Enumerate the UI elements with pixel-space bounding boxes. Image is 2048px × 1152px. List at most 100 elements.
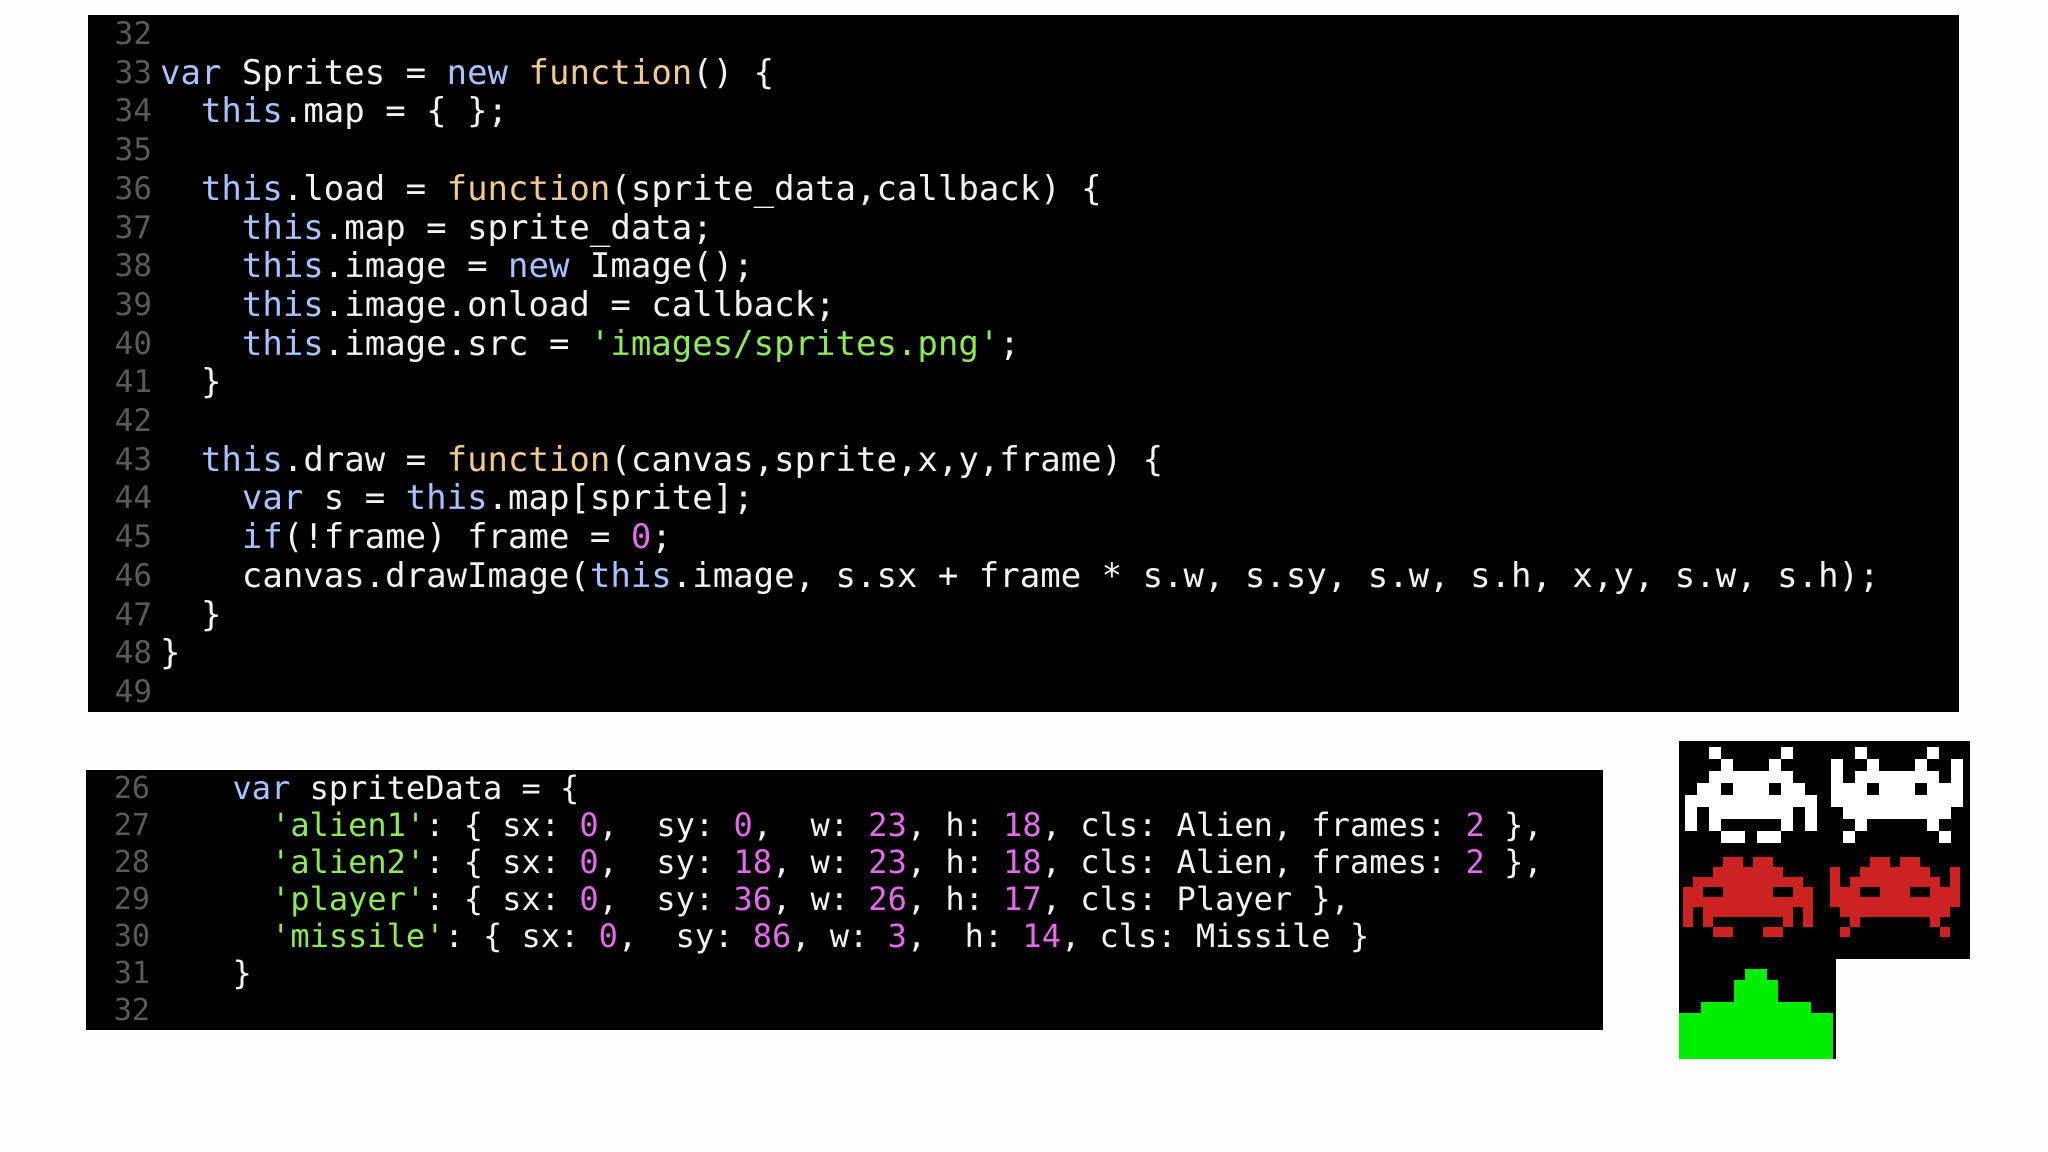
alien2-frame2-pixel [1950,897,1960,907]
player-pixel [1756,1002,1767,1013]
alien2-frame2-pixel [1930,877,1940,887]
alien2-frame2-pixel [1870,897,1880,907]
alien2-frame2-pixel [1870,877,1880,887]
alien1-frame1-pixel [1793,783,1805,795]
line-number: 27 [113,808,150,843]
code-text: this.image.onload = callback; [160,286,836,325]
code-text: } [194,955,252,992]
code-text: } [160,363,221,402]
player-pixel [1756,1035,1767,1046]
alien1-frame1-pixel [1805,819,1817,831]
player-pixel [1800,1013,1811,1024]
player-pixel [1734,1046,1745,1057]
alien1-frame2-pixel [1879,771,1891,783]
alien1-frame1-pixel [1781,819,1793,831]
alien2-frame2-pixel [1950,887,1960,897]
code-token: , sy: [598,806,734,844]
code-line: 39 this.image.onload = callback; [88,286,1959,325]
code-token: , w: [752,806,869,844]
code-token: () { [692,52,775,93]
alien1-frame2-pixel [1831,759,1843,771]
code-token: 'images/sprites.png' [589,323,1000,364]
code-token: .image.src = [323,323,590,364]
player-pixel [1789,1024,1800,1035]
player-pixel [1778,1046,1789,1057]
player-pixel [1767,1046,1778,1057]
alien1-frame2-pixel [1855,795,1867,807]
line-number: 49 [114,673,152,710]
alien2-frame2-pixel [1830,867,1840,877]
code-token: .load = [282,168,447,209]
alien1-frame2-pixel [1951,771,1963,783]
player-pixel [1789,1002,1800,1013]
code-token: 18 [1003,843,1042,881]
alien2-frame1-pixel [1723,867,1733,877]
alien2-frame1-pixel [1763,907,1773,917]
alien2-frame1-pixel [1753,867,1763,877]
code-line: 28 'alien2': { sx: 0, sy: 18, w: 23, h: … [86,844,1603,881]
alien2-frame1-pixel [1783,917,1793,927]
player-pixel [1712,1002,1723,1013]
player-pixel [1756,991,1767,1002]
alien2-frame1-pixel [1743,897,1753,907]
alien1-frame2-pixel [1939,783,1951,795]
alien2-frame2-pixel [1910,877,1920,887]
alien1-frame1-pixel [1769,831,1781,843]
alien2-frame2-pixel [1830,877,1840,887]
alien1-frame2-pixel [1867,795,1879,807]
alien1-frame1-pixel [1781,795,1793,807]
line-number: 36 [114,170,152,207]
alien1-frame1-pixel [1721,759,1733,771]
alien2-frame2-pixel [1840,907,1850,917]
alien1-frame2-pixel [1915,795,1927,807]
line-number: 31 [113,956,150,991]
code-token: 86 [752,917,792,955]
alien2-frame1-pixel [1713,927,1723,937]
code-token: 18 [733,843,772,881]
code-text: if(!frame) frame = 0; [160,518,672,557]
alien2-frame1-pixel [1683,897,1693,907]
alien2-frame2-pixel [1830,897,1840,907]
code-token: 17 [1003,880,1042,918]
code-token: this [241,207,324,248]
code-token: 0 [579,806,599,844]
player-pixel [1800,1046,1811,1057]
player-pixel [1778,1002,1789,1013]
player-pixel [1745,1024,1756,1035]
alien1-frame2-pixel [1831,771,1843,783]
alien1-frame1-pixel [1769,771,1781,783]
player-pixel [1822,1024,1833,1035]
code-text: 'alien2': { sx: 0, sy: 18, w: 23, h: 18,… [194,844,1543,881]
line-number: 42 [114,403,152,439]
code-token: 18 [1003,806,1042,844]
player-pixel [1789,1013,1800,1024]
code-token: (sprite_data,callback) { [610,168,1102,209]
alien1-frame1-pixel [1721,831,1733,843]
player-pixel [1679,1057,1690,1068]
player-pixel [1712,1057,1723,1068]
code-token: 14 [1022,917,1061,955]
player-pixel [1778,1035,1789,1046]
alien1-frame2-pixel [1903,795,1915,807]
code-token: .image = [323,246,509,287]
code-token: : { sx: [425,843,580,881]
alien1-frame1-pixel [1745,807,1757,819]
line-number: 37 [114,209,152,246]
code-token: 26 [868,880,907,918]
player-pixel [1723,1046,1734,1057]
line-number: 26 [113,771,150,806]
alien2-frame2-pixel [1920,867,1930,877]
code-token: , cls: Alien, frames: [1041,843,1466,881]
player-pixel [1745,980,1756,991]
code-text: } [160,634,180,673]
code-text: this.map = { }; [160,92,508,131]
code-token: this [200,168,283,209]
player-pixel [1745,1057,1756,1068]
code-token: , sy: [617,917,753,955]
code-token: this [589,555,672,596]
alien1-frame2-pixel [1903,783,1915,795]
